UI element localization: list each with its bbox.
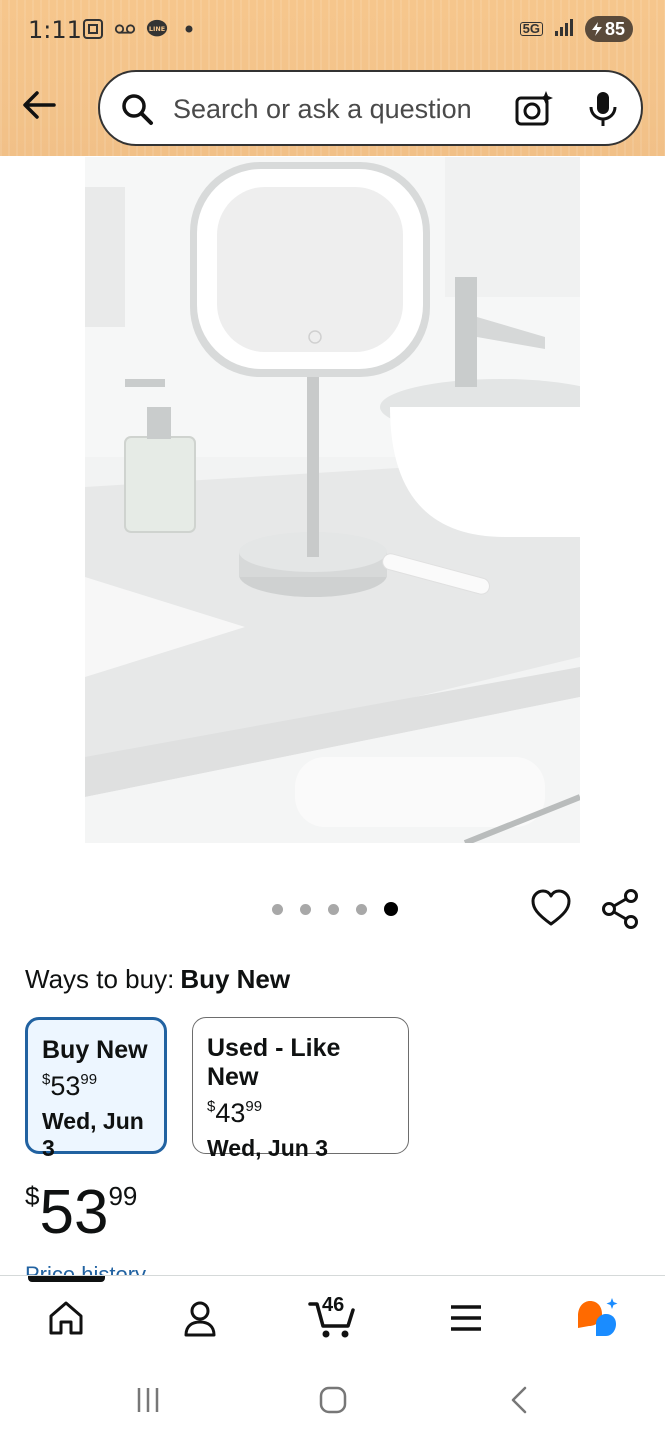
- microphone-icon[interactable]: [587, 90, 619, 128]
- image-carousel-dots[interactable]: [272, 902, 398, 916]
- ways-to-buy-label: Ways to buy:: [25, 964, 175, 994]
- option-title: Used - Like New: [207, 1034, 341, 1091]
- rufus-assistant-icon[interactable]: [574, 1294, 622, 1342]
- option-price: $5399: [42, 1071, 150, 1102]
- buy-option-used[interactable]: Used - Like New $4399 Wed, Jun 3: [192, 1017, 409, 1161]
- ways-to-buy-selected: Buy New: [180, 964, 291, 994]
- search-input[interactable]: Search or ask a question: [173, 94, 472, 125]
- carousel-dot[interactable]: [384, 902, 398, 916]
- status-right: 5G 85: [519, 16, 633, 42]
- dot-icon: [178, 18, 200, 40]
- svg-text:LINE: LINE: [149, 25, 165, 33]
- voicemail-icon: [114, 18, 136, 40]
- share-icon[interactable]: [600, 888, 640, 930]
- bottom-nav: 46: [0, 1275, 665, 1357]
- system-nav-bar: [0, 1357, 665, 1440]
- signal-icon: [553, 17, 575, 42]
- battery-icon: 85: [584, 16, 633, 42]
- screenshot-icon: [82, 18, 104, 40]
- price-history-link[interactable]: Price history: [25, 1262, 146, 1276]
- status-bar: 1:11 LINE 5G 85: [0, 0, 665, 60]
- option-price: $4399: [207, 1098, 394, 1129]
- price-fraction: 99: [108, 1181, 138, 1211]
- carousel-dot[interactable]: [300, 903, 311, 915]
- price-whole: 53: [39, 1178, 109, 1247]
- option-price-fraction: 99: [245, 1098, 263, 1115]
- back-button-icon[interactable]: [500, 1383, 540, 1417]
- price-symbol: $: [25, 1181, 40, 1211]
- option-price-whole: 53: [50, 1071, 81, 1101]
- heart-icon[interactable]: [530, 888, 572, 928]
- line-app-icon: LINE: [146, 18, 168, 40]
- home-button-icon[interactable]: [313, 1383, 353, 1417]
- buy-option-new[interactable]: Buy New $5399 Wed, Jun 3: [25, 1017, 167, 1161]
- battery-level: 85: [604, 18, 625, 39]
- status-left-icons: LINE: [82, 18, 200, 40]
- menu-icon[interactable]: [442, 1294, 490, 1342]
- option-title: Buy New: [42, 1036, 148, 1064]
- nav-active-indicator: [28, 1276, 105, 1282]
- option-delivery: Wed, Jun 3: [207, 1135, 328, 1161]
- option-price-whole: 43: [215, 1098, 246, 1128]
- cart-count-badge: 46: [322, 1294, 345, 1316]
- carousel-dot[interactable]: [272, 903, 283, 915]
- home-icon[interactable]: [42, 1294, 90, 1342]
- product-price: $5399: [25, 1182, 137, 1244]
- search-bar[interactable]: Search or ask a question: [98, 70, 643, 146]
- status-time: 1:11: [28, 16, 82, 44]
- network-5g-icon: 5G: [519, 22, 543, 36]
- network-label: 5G: [519, 22, 543, 36]
- carousel-dot[interactable]: [356, 903, 367, 915]
- ways-to-buy: Ways to buy: Buy New: [25, 964, 290, 995]
- option-price-fraction: 99: [80, 1071, 98, 1088]
- search-icon: [120, 92, 154, 126]
- camera-lens-icon[interactable]: [515, 90, 553, 128]
- carousel-dot[interactable]: [328, 903, 339, 915]
- option-delivery: Wed, Jun 3: [42, 1108, 144, 1161]
- product-image[interactable]: [85, 157, 580, 843]
- back-arrow-icon[interactable]: [20, 86, 58, 124]
- recent-apps-icon[interactable]: [128, 1383, 168, 1417]
- account-icon[interactable]: [176, 1294, 224, 1342]
